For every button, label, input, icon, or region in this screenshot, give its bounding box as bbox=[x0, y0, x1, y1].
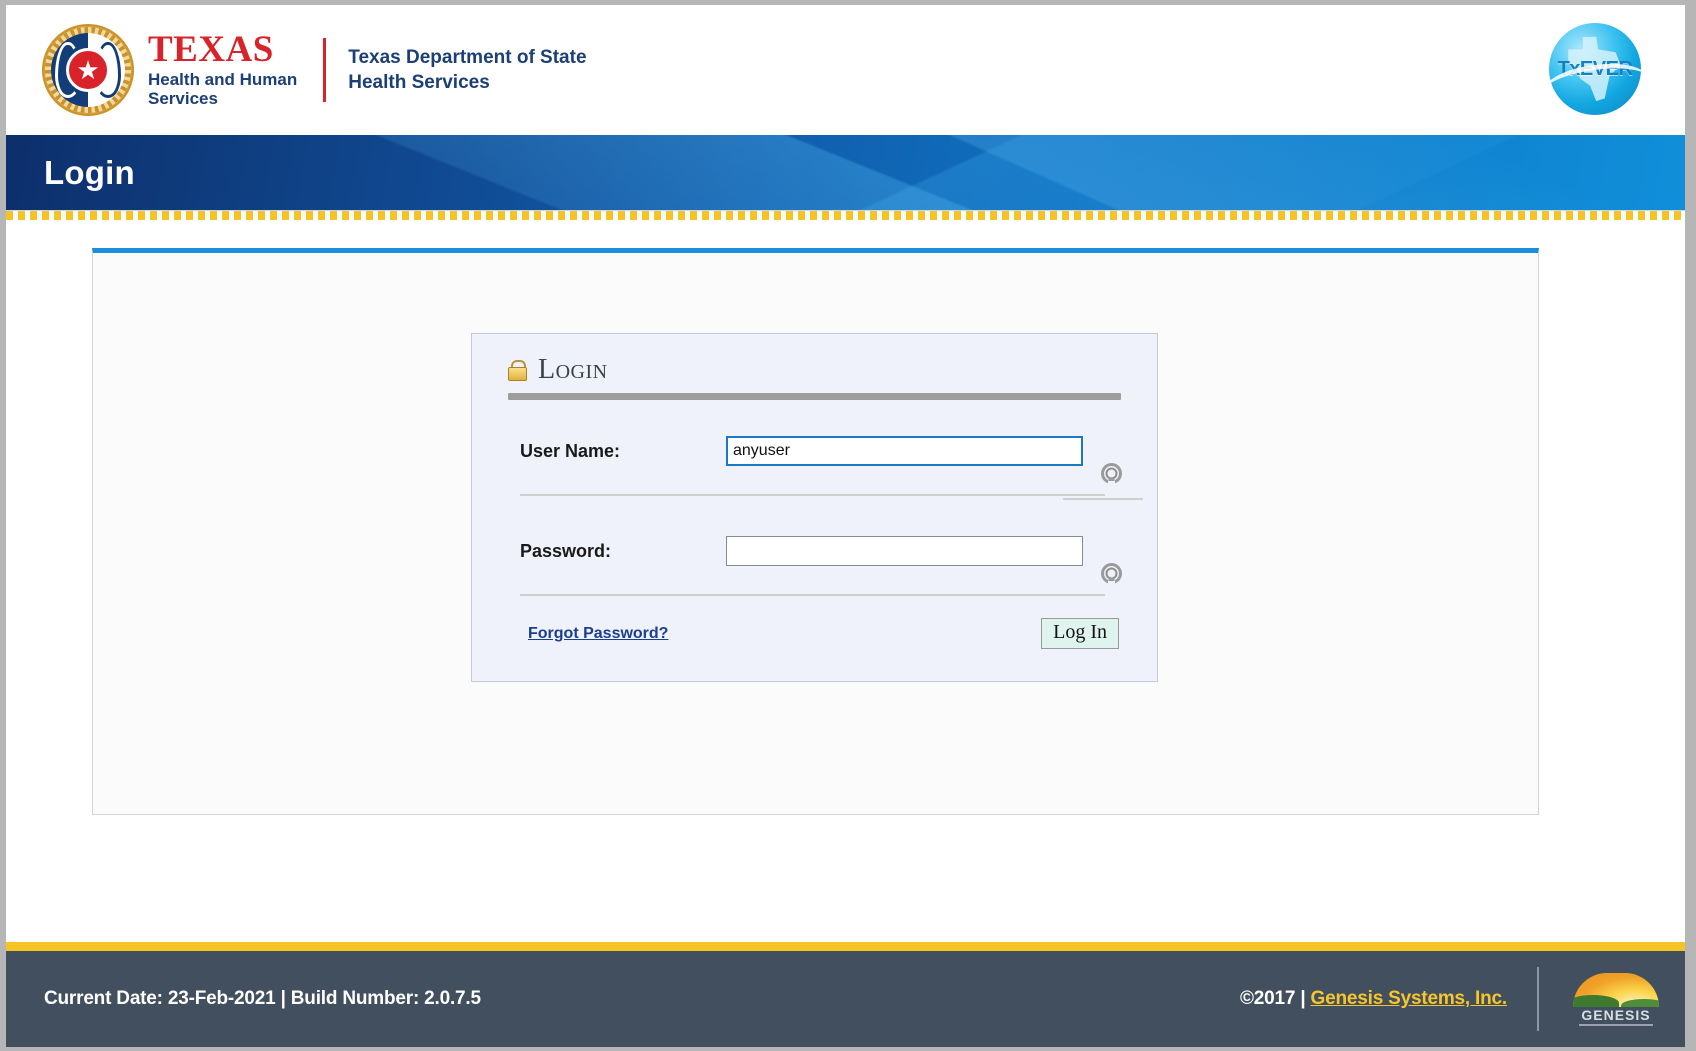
application-window: ★ TEXAS Health and Human Services Texas … bbox=[0, 0, 1696, 1051]
site-footer: Current Date: 23-Feb-2021 | Build Number… bbox=[6, 942, 1685, 1047]
virtual-keyboard-icon[interactable] bbox=[1100, 562, 1123, 585]
hhs-line-1: Health and Human bbox=[148, 70, 297, 89]
login-card-title: Login bbox=[538, 356, 608, 384]
username-input[interactable] bbox=[726, 436, 1083, 466]
dshs-line-2: Health Services bbox=[348, 70, 586, 95]
username-row: User Name: bbox=[472, 400, 1157, 476]
password-label: Password: bbox=[520, 541, 726, 562]
agency-branding: ★ TEXAS Health and Human Services Texas … bbox=[42, 24, 587, 116]
texas-hhs-seal-icon: ★ bbox=[42, 24, 134, 116]
hhs-wordmark: TEXAS Health and Human Services bbox=[148, 31, 297, 108]
login-card-header: Login bbox=[472, 334, 1157, 384]
page-title: Login bbox=[44, 154, 135, 192]
date-and-build-info: Current Date: 23-Feb-2021 | Build Number… bbox=[44, 988, 481, 1010]
content-area: Login User Name: bbox=[6, 220, 1685, 890]
login-form-card: Login User Name: bbox=[471, 333, 1158, 682]
txever-globe-logo-icon: TxEVER bbox=[1549, 23, 1641, 115]
content-panel: Login User Name: bbox=[92, 248, 1539, 815]
footer-divider bbox=[1537, 967, 1539, 1031]
copyright-prefix: ©2017 | bbox=[1240, 988, 1311, 1009]
copyright-text: ©2017 | Genesis Systems, Inc. bbox=[1240, 988, 1507, 1010]
password-input[interactable] bbox=[726, 536, 1083, 566]
padlock-icon bbox=[508, 360, 525, 381]
dshs-line-1: Texas Department of State bbox=[348, 45, 586, 70]
genesis-logo-text: GENESIS bbox=[1573, 1007, 1659, 1023]
username-row-separator bbox=[520, 494, 1105, 496]
page-banner: Login bbox=[6, 135, 1685, 210]
log-in-button[interactable]: Log In bbox=[1041, 618, 1119, 649]
username-label: User Name: bbox=[520, 441, 726, 462]
dshs-wordmark: Texas Department of State Health Service… bbox=[348, 45, 586, 95]
star-icon: ★ bbox=[76, 57, 99, 83]
login-actions: Forgot Password? Log In bbox=[472, 596, 1157, 681]
forgot-password-link[interactable]: Forgot Password? bbox=[528, 625, 668, 643]
genesis-systems-link[interactable]: Genesis Systems, Inc. bbox=[1311, 988, 1507, 1009]
header-rule bbox=[508, 393, 1121, 400]
brand-divider bbox=[323, 38, 326, 102]
site-header: ★ TEXAS Health and Human Services Texas … bbox=[6, 5, 1685, 135]
hhs-line-2: Services bbox=[148, 89, 297, 108]
virtual-keyboard-icon[interactable] bbox=[1100, 462, 1123, 485]
footer-vendor-area: ©2017 | Genesis Systems, Inc. GENESIS bbox=[1240, 967, 1659, 1031]
genesis-sunrise-logo-icon: GENESIS bbox=[1573, 969, 1659, 1029]
banner-dotted-divider bbox=[6, 210, 1685, 220]
password-row: Password: bbox=[472, 500, 1157, 576]
texas-wordmark: TEXAS bbox=[148, 31, 297, 69]
